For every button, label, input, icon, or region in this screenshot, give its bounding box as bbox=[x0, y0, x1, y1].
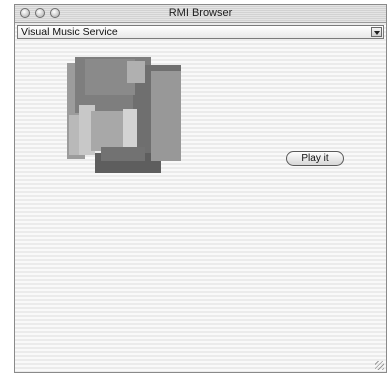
chevron-down-icon[interactable] bbox=[371, 27, 382, 37]
service-dropdown[interactable]: Visual Music Service bbox=[17, 25, 384, 39]
visual-music-display bbox=[61, 53, 186, 178]
window-title: RMI Browser bbox=[168, 7, 233, 19]
visual-block bbox=[127, 61, 145, 83]
title-bar[interactable]: RMI Browser bbox=[15, 5, 386, 23]
rmi-browser-window: RMI Browser Visual Music Service Play it bbox=[14, 4, 387, 373]
visual-block bbox=[151, 71, 181, 161]
play-it-button[interactable]: Play it bbox=[286, 151, 344, 166]
resize-grip-icon[interactable] bbox=[375, 361, 384, 370]
service-dropdown-value: Visual Music Service bbox=[21, 26, 118, 38]
visual-block bbox=[101, 147, 145, 161]
